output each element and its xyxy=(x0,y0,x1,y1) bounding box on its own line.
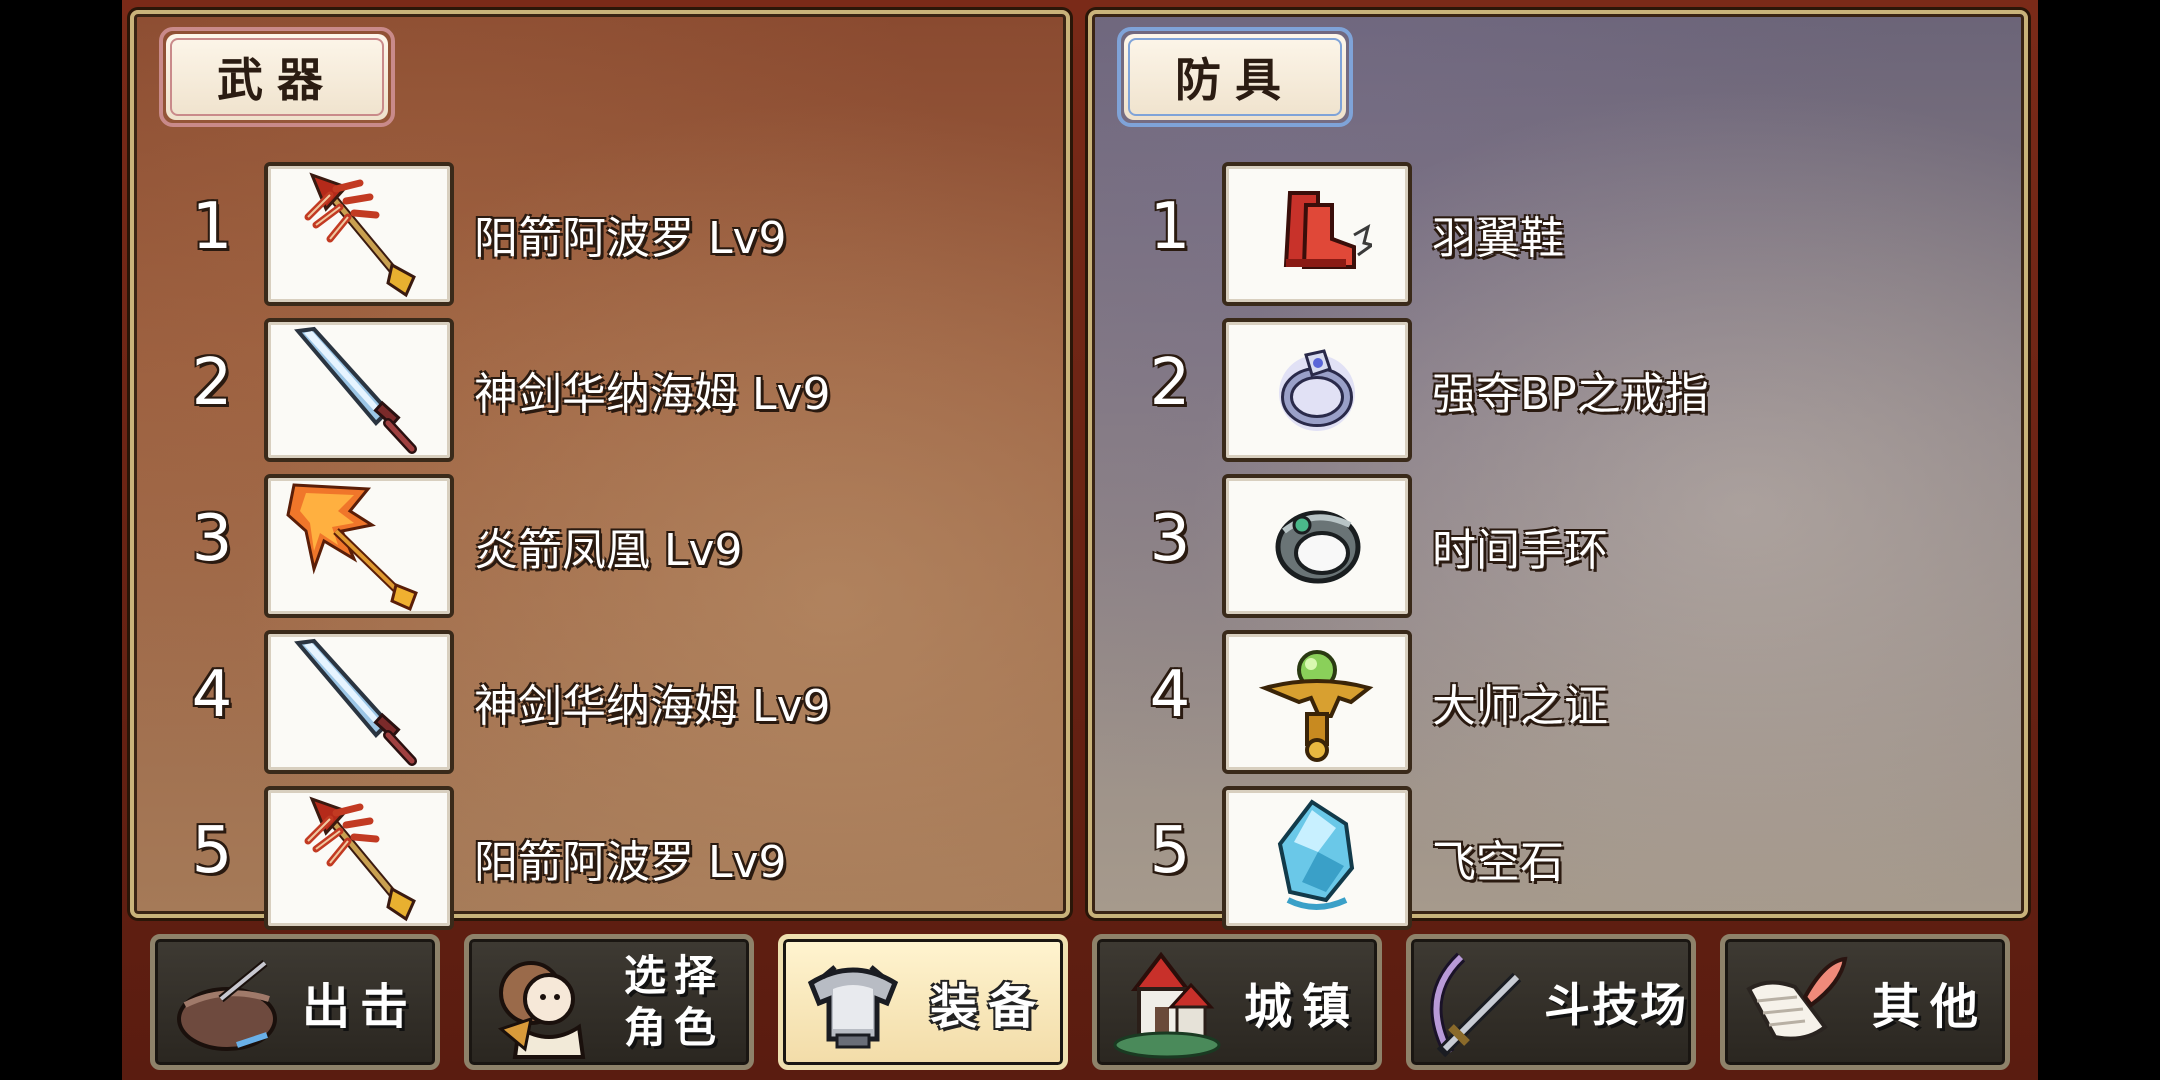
ring-icon xyxy=(1279,349,1355,431)
armor-icon-box[interactable] xyxy=(1222,162,1412,306)
slot-number: 5 xyxy=(1149,814,1191,888)
weapon-icon-box[interactable] xyxy=(264,630,454,774)
slot-number: 3 xyxy=(191,502,233,576)
slot-number: 5 xyxy=(191,814,233,888)
nav-town-button[interactable]: 城镇 xyxy=(1092,934,1382,1070)
nav-town-label: 城镇 xyxy=(1243,979,1360,1035)
armor-slot-5[interactable]: 5 飞空石 xyxy=(1092,778,2024,934)
slot-number: 2 xyxy=(191,346,233,420)
armor-list: 1 羽翼鞋 2 强夺BP之戒指 3 时间手环 4 大师之证 5 飞空石 xyxy=(1092,154,2024,934)
armor-slot-1[interactable]: 1 羽翼鞋 xyxy=(1092,154,2024,310)
armor-chestplate-icon xyxy=(807,965,899,1049)
weapon-list: 1 阳箭阿波罗 Lv9 2 神剑华纳海姆 Lv9 3 炎箭凤凰 Lv9 4 神剑… xyxy=(134,154,1066,934)
armor-icon-box[interactable] xyxy=(1222,474,1412,618)
armor-name: 飞空石 xyxy=(1432,837,1564,888)
weapon-panel: 武器 1 阳箭阿波罗 Lv9 2 神剑华纳海姆 Lv9 3 炎箭凤凰 Lv9 4… xyxy=(130,10,1070,930)
weapon-slot-3[interactable]: 3 炎箭凤凰 Lv9 xyxy=(134,466,1066,622)
nav-sortie-button[interactable]: 出击 xyxy=(150,934,440,1070)
weapon-slot-5[interactable]: 5 阳箭阿波罗 Lv9 xyxy=(134,778,1066,934)
slot-number: 4 xyxy=(1149,658,1191,732)
bracelet-icon xyxy=(1275,510,1361,584)
weapon-name: 神剑华纳海姆 Lv9 xyxy=(474,681,831,732)
armor-slot-2[interactable]: 2 强夺BP之戒指 xyxy=(1092,310,2024,466)
armor-slot-4[interactable]: 4 大师之证 xyxy=(1092,622,2024,778)
slot-number: 4 xyxy=(191,658,233,732)
weapon-icon-box[interactable] xyxy=(264,474,454,618)
nav-other-button[interactable]: 其他 xyxy=(1720,934,2010,1070)
armor-slot-3[interactable]: 3 时间手环 xyxy=(1092,466,2024,622)
character-portrait-icon xyxy=(497,961,586,1059)
weapon-slot-1[interactable]: 1 阳箭阿波罗 Lv9 xyxy=(134,154,1066,310)
nav-arena-button[interactable]: 斗技场 xyxy=(1406,934,1696,1070)
nav-equipment-label: 装备 xyxy=(929,979,1046,1035)
slot-number: 1 xyxy=(1149,190,1191,264)
armor-panel: 防具 1 羽翼鞋 2 强夺BP之戒指 3 时间手环 4 大师之证 5 飞空石 xyxy=(1088,10,2028,930)
master-emblem-icon xyxy=(1258,650,1374,762)
sun-arrow-icon xyxy=(304,796,416,922)
sortie-bag-icon xyxy=(177,959,277,1051)
weapon-name: 神剑华纳海姆 Lv9 xyxy=(474,369,831,420)
armor-name: 大师之证 xyxy=(1432,681,1608,732)
winged-boots-icon xyxy=(1283,191,1372,269)
nav-other-label: 其他 xyxy=(1871,979,1988,1035)
weapon-panel-title: 武器 xyxy=(159,27,395,127)
nav-sortie-label: 出击 xyxy=(301,979,418,1035)
scroll-and-quill-icon xyxy=(1746,956,1848,1041)
holy-sword-icon xyxy=(294,638,417,766)
bottom-nav: 出击 选择 角色 装备 城镇 斗技场 其他 xyxy=(122,928,2038,1076)
armor-name: 羽翼鞋 xyxy=(1432,213,1564,264)
weapon-name: 炎箭凤凰 Lv9 xyxy=(474,525,743,576)
armor-name: 时间手环 xyxy=(1432,525,1608,576)
game-screen: 武器 1 阳箭阿波罗 Lv9 2 神剑华纳海姆 Lv9 3 炎箭凤凰 Lv9 4… xyxy=(122,0,2038,1080)
weapon-slot-4[interactable]: 4 神剑华纳海姆 Lv9 xyxy=(134,622,1066,778)
holy-sword-icon xyxy=(294,326,417,454)
armor-icon-box[interactable] xyxy=(1222,630,1412,774)
armor-panel-title: 防具 xyxy=(1117,27,1353,127)
weapon-slot-2[interactable]: 2 神剑华纳海姆 Lv9 xyxy=(134,310,1066,466)
nav-equipment-button[interactable]: 装备 xyxy=(778,934,1068,1070)
sky-stone-icon xyxy=(1277,799,1355,910)
weapon-icon-box[interactable] xyxy=(264,318,454,462)
armor-icon-box[interactable] xyxy=(1222,786,1412,930)
slot-number: 1 xyxy=(191,190,233,264)
sword-and-scythe-icon xyxy=(1430,952,1522,1058)
slot-number: 2 xyxy=(1149,346,1191,420)
weapon-icon-box[interactable] xyxy=(264,786,454,930)
nav-arena-label: 斗技场 xyxy=(1544,978,1688,1032)
weapon-icon-box[interactable] xyxy=(264,162,454,306)
flame-arrow-icon xyxy=(286,483,418,611)
sun-arrow-icon xyxy=(304,172,416,298)
nav-select-character-label: 选择 角色 xyxy=(623,951,724,1052)
armor-name: 强夺BP之戒指 xyxy=(1432,369,1709,420)
nav-select-character-button[interactable]: 选择 角色 xyxy=(464,934,754,1070)
weapon-name: 阳箭阿波罗 Lv9 xyxy=(474,837,787,888)
castle-icon xyxy=(1113,951,1221,1059)
armor-icon-box[interactable] xyxy=(1222,318,1412,462)
weapon-name: 阳箭阿波罗 Lv9 xyxy=(474,213,787,264)
slot-number: 3 xyxy=(1149,502,1191,576)
